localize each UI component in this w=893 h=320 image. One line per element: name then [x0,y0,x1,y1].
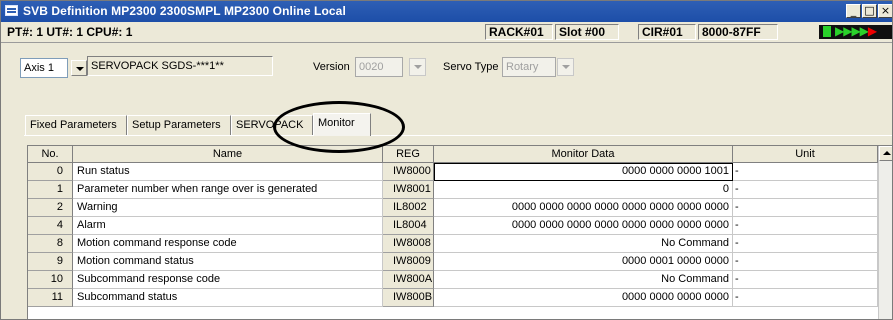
monitor-table: No. Name REG Monitor Data Unit 0 Run sta… [27,145,892,319]
vertical-scrollbar[interactable] [878,146,892,319]
window-title: SVB Definition MP2300 2300SMPL MP2300 On… [23,4,346,18]
version-chevron-icon [409,58,426,76]
row-no: 9 [28,253,73,271]
servo-type-field: Rotary [502,57,556,77]
row-monitor-data[interactable]: No Command [434,235,733,253]
title-bar[interactable]: SVB Definition MP2300 2300SMPL MP2300 On… [1,1,892,22]
version-field: 0020 [355,57,403,77]
row-reg: IW8000 [383,163,434,181]
table-row[interactable]: 10 Subcommand response code IW800A No Co… [28,271,892,289]
row-name: Alarm [73,217,383,235]
row-unit: - [733,217,878,235]
row-no: 4 [28,217,73,235]
scroll-up-arrow-icon[interactable] [879,146,892,161]
cpu-location: PT#: 1 UT#: 1 CPU#: 1 [7,25,133,39]
tab-fixed-parameters[interactable]: Fixed Parameters [25,115,127,135]
table-row[interactable]: 9 Motion command status IW8009 0000 0001… [28,253,892,271]
col-header-unit[interactable]: Unit [733,146,878,163]
row-monitor-data[interactable]: No Command [434,271,733,289]
servo-type-label: Servo Type [443,61,499,73]
table-row[interactable]: 2 Warning IL8002 0000 0000 0000 0000 000… [28,199,892,217]
axis-select-text: Axis 1 [24,62,54,74]
chevron-down-icon[interactable] [71,60,87,76]
table-row[interactable]: 1 Parameter number when range over is ge… [28,181,892,199]
row-no: 1 [28,181,73,199]
row-monitor-data[interactable]: 0000 0000 0000 1001 [434,163,733,181]
row-unit: - [733,181,878,199]
slot-number: Slot #00 [555,24,619,40]
row-monitor-data[interactable]: 0000 0000 0000 0000 [434,289,733,307]
minimize-button[interactable]: _ [846,4,861,18]
row-reg: IW800B [383,289,434,307]
servo-type-chevron-icon [557,58,574,76]
col-header-monitor-data[interactable]: Monitor Data [434,146,733,163]
window-icon [5,5,18,16]
servo-type-value: Rotary [506,61,539,73]
table-row[interactable]: 0 Run status IW8000 0000 0000 0000 1001 … [28,163,892,181]
row-no: 0 [28,163,73,181]
col-header-reg[interactable]: REG [383,146,434,163]
communication-status-indicator: ▶▶▶▶▶ [819,24,892,39]
info-bar: PT#: 1 UT#: 1 CPU#: 1 RACK#01 Slot #00 C… [1,22,892,43]
row-reg: IW8009 [383,253,434,271]
row-name: Subcommand status [73,289,383,307]
row-name: Parameter number when range over is gene… [73,181,383,199]
close-button[interactable]: × [878,4,892,18]
row-monitor-data[interactable]: 0000 0000 0000 0000 0000 0000 0000 0000 [434,199,733,217]
row-reg: IL8004 [383,217,434,235]
row-monitor-data[interactable]: 0000 0001 0000 0000 [434,253,733,271]
status-arrows-icon: ▶▶▶▶▶ [835,24,877,38]
axis-select-value: Axis 1 [20,58,68,78]
rack-number: RACK#01 [485,24,553,40]
svb-definition-window: SVB Definition MP2300 2300SMPL MP2300 On… [0,0,893,320]
row-no: 2 [28,199,73,217]
version-value: 0020 [359,61,384,73]
row-reg: IW8008 [383,235,434,253]
row-monitor-data[interactable]: 0000 0000 0000 0000 0000 0000 0000 0000 [434,217,733,235]
row-monitor-data[interactable]: 0 [434,181,733,199]
highlight-circle [273,101,405,153]
status-lamp-icon [823,26,831,37]
col-header-no[interactable]: No. [28,146,73,163]
address-range: 8000-87FF [698,24,778,40]
table-row[interactable]: 11 Subcommand status IW800B 0000 0000 00… [28,289,892,307]
table-row[interactable]: 4 Alarm IL8004 0000 0000 0000 0000 0000 … [28,217,892,235]
tab-setup-parameters[interactable]: Setup Parameters [127,115,231,135]
row-no: 11 [28,289,73,307]
cir-number: CIR#01 [638,24,696,40]
row-unit: - [733,253,878,271]
row-name: Motion command status [73,253,383,271]
row-name: Run status [73,163,383,181]
row-reg: IW8001 [383,181,434,199]
row-name: Motion command response code [73,235,383,253]
row-reg: IW800A [383,271,434,289]
row-unit: - [733,199,878,217]
row-reg: IL8002 [383,199,434,217]
row-unit: - [733,235,878,253]
table-row[interactable]: 8 Motion command response code IW8008 No… [28,235,892,253]
servopack-model: SERVOPACK SGDS-***1** [87,56,273,76]
row-no: 10 [28,271,73,289]
servopack-model-text: SERVOPACK SGDS-***1** [91,60,224,72]
row-unit: - [733,163,878,181]
row-no: 8 [28,235,73,253]
row-unit: - [733,289,878,307]
row-name: Subcommand response code [73,271,383,289]
maximize-button[interactable]: □ [862,4,877,18]
version-label: Version [313,61,350,73]
tab-divider [24,135,892,136]
row-name: Warning [73,199,383,217]
row-unit: - [733,271,878,289]
